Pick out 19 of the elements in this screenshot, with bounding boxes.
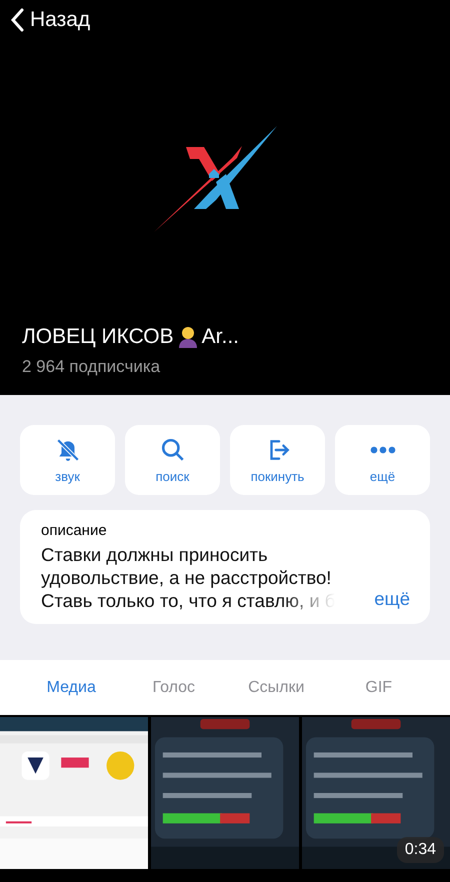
media-tab[interactable]: GIF (359, 678, 398, 698)
action-button[interactable]: покинуть (230, 425, 325, 495)
action-button[interactable]: ещё (335, 425, 430, 495)
muted-bell-icon (54, 436, 80, 462)
search-icon (160, 436, 186, 462)
channel-name: ЛОВЕЦ ИКСОВ (22, 325, 174, 349)
media-tab[interactable]: Медиа (40, 678, 102, 698)
channel-name-continuation: Ar... (202, 325, 239, 349)
subscriber-count: 2 964 подписчика (21, 356, 162, 378)
action-button[interactable]: поиск (125, 425, 220, 495)
back-button[interactable]: Назад (10, 0, 90, 32)
more-icon (370, 446, 396, 454)
chevron-left-icon (10, 8, 24, 32)
media-tab[interactable]: Ссылки (242, 678, 310, 698)
media-tab[interactable]: Голос (146, 678, 202, 698)
action-button[interactable]: звук (20, 425, 115, 495)
person-icon (178, 326, 198, 348)
video-duration: 0:34 (396, 837, 444, 863)
description-heading: описание (41, 522, 108, 539)
